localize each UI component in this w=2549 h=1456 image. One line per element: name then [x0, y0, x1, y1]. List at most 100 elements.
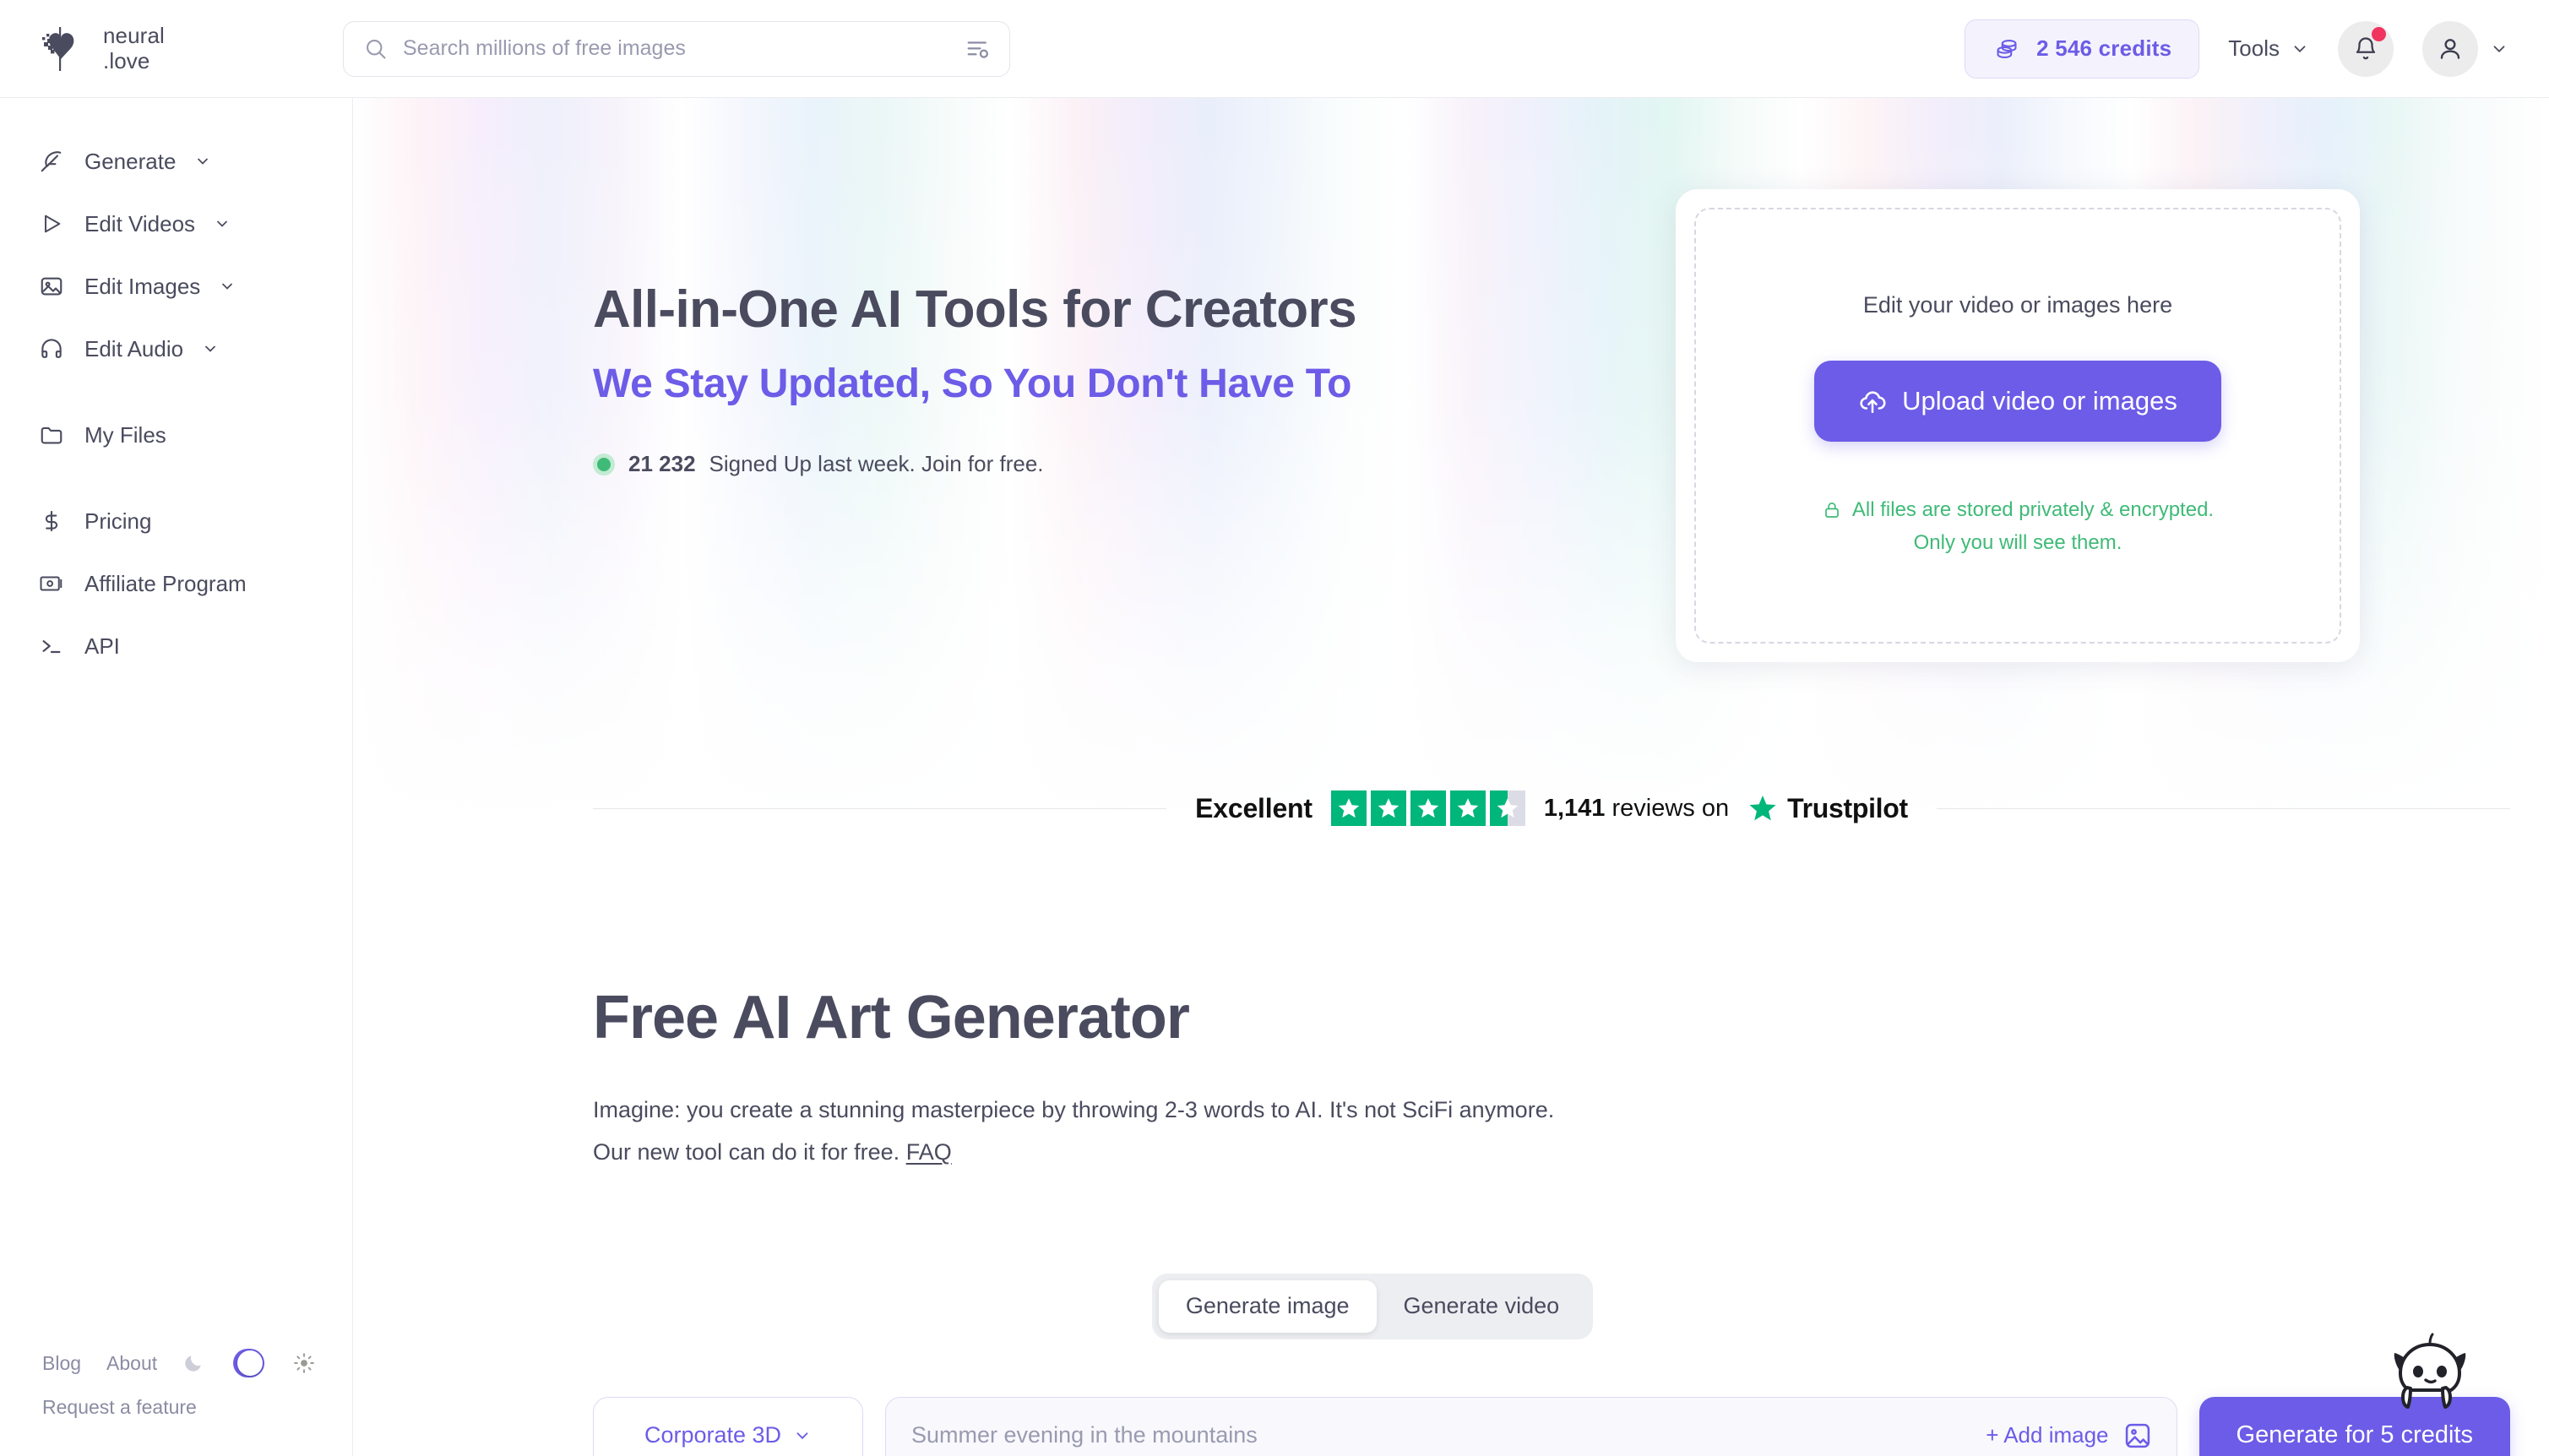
image-icon	[37, 274, 66, 299]
generate-mode-tabs: Generate image Generate video	[1151, 1273, 1594, 1339]
neural-love-heart-logo-icon	[37, 24, 86, 73]
sidebar-item-edit-images[interactable]: Edit Images	[0, 255, 352, 318]
search-area	[343, 20, 1010, 77]
search-input[interactable]	[403, 36, 950, 61]
account-menu[interactable]	[2422, 20, 2508, 77]
hero-section: All-in-One AI Tools for Creators We Stay…	[353, 98, 2549, 662]
chevron-down-icon	[219, 278, 236, 295]
upload-button[interactable]: Upload video or images	[1814, 360, 2221, 442]
brand-line-1: neural	[103, 23, 165, 49]
lock-icon	[1822, 500, 1842, 520]
tools-menu[interactable]: Tools	[2228, 35, 2309, 62]
trustpilot-brand-label: Trustpilot	[1787, 792, 1908, 823]
trustpilot-widget[interactable]: Excellent 1,141 reviews on Trustpilot	[1166, 790, 1937, 826]
sidebar-item-edit-audio[interactable]: Edit Audio	[0, 318, 352, 380]
live-indicator-dot	[593, 453, 615, 475]
style-select[interactable]: Corporate 3D	[593, 1396, 863, 1456]
body: Generate Edit Videos Edit Images Edit Au…	[0, 98, 2549, 1456]
chevron-down-icon	[2291, 40, 2309, 58]
divider-right	[1936, 807, 2511, 809]
chevron-down-icon	[214, 215, 231, 232]
sidebar-item-label: Edit Audio	[84, 335, 184, 361]
feather-icon	[37, 149, 66, 174]
prompt-input[interactable]	[911, 1422, 1986, 1449]
main-content: All-in-One AI Tools for Creators We Stay…	[353, 98, 2549, 1456]
app-root: neural .love Search millions of free ima…	[0, 0, 2549, 1456]
add-image-button[interactable]: + Add image	[1986, 1421, 2152, 1451]
generate-button-wrap: Generate for 5 credits	[2198, 1333, 2510, 1456]
sidebar-item-label: Generate	[84, 148, 177, 174]
prompt-input-wrap[interactable]: + Add image	[885, 1396, 2177, 1456]
theme-toggle-knob	[237, 1350, 263, 1376]
star-filled-icon	[1410, 790, 1446, 826]
terminal-icon	[37, 634, 66, 658]
privacy-line-1: All files are stored privately & encrypt…	[1851, 497, 2215, 521]
sidebar-item-api[interactable]: API	[0, 615, 352, 677]
tools-label: Tools	[2228, 35, 2280, 61]
generator-section: Free AI Art Generator Imagine: you creat…	[353, 983, 2549, 1174]
credits-button[interactable]: 2 546 credits	[1965, 19, 2200, 79]
generator-description-line-2: Our new tool can do it for free. FAQ	[593, 1132, 2510, 1174]
account-chevron-down-icon[interactable]	[2490, 40, 2508, 58]
generator-description-line-2-text: Our new tool can do it for free.	[593, 1138, 906, 1165]
sidebar: Generate Edit Videos Edit Images Edit Au…	[0, 98, 353, 1456]
trustpilot-row: Excellent 1,141 reviews on Trustpilot	[353, 790, 2549, 826]
banknote-icon	[37, 571, 66, 596]
star-filled-icon	[1449, 790, 1486, 826]
search-bar[interactable]	[343, 20, 1010, 77]
search-filter-icon[interactable]	[965, 36, 991, 62]
generator-description-line-1: Imagine: you create a stunning masterpie…	[593, 1097, 1555, 1122]
folder-icon	[37, 422, 66, 448]
top-bar: neural .love Search millions of free ima…	[0, 0, 2549, 98]
sidebar-footer-links-row: Blog About	[42, 1349, 315, 1377]
cloud-upload-icon	[1858, 387, 1887, 416]
search-icon	[364, 37, 388, 61]
sun-icon	[293, 1352, 315, 1374]
signup-count: 21 232	[628, 451, 696, 477]
style-select-label: Corporate 3D	[644, 1422, 782, 1448]
sidebar-footer: Blog About Request a feature	[0, 1349, 352, 1456]
signup-stat: 21 232 Signed Up last week. Join for fre…	[593, 451, 1606, 477]
chevron-down-icon	[793, 1426, 812, 1445]
privacy-note: All files are stored privately & encrypt…	[1822, 494, 2214, 560]
dollar-icon	[37, 509, 66, 533]
blog-link[interactable]: Blog	[42, 1352, 81, 1375]
notifications-button[interactable]	[2338, 20, 2394, 77]
sidebar-item-edit-videos[interactable]: Edit Videos	[0, 193, 352, 255]
sidebar-item-generate[interactable]: Generate	[0, 130, 352, 193]
tab-generate-image[interactable]: Generate image	[1158, 1279, 1377, 1333]
trustpilot-stars	[1330, 790, 1525, 826]
sidebar-item-label: Pricing	[84, 508, 152, 534]
tab-generate-video[interactable]: Generate video	[1377, 1280, 1587, 1333]
theme-toggle[interactable]	[233, 1349, 264, 1377]
upload-title: Edit your video or images here	[1862, 291, 2173, 318]
trustpilot-reviews: 1,141 reviews on	[1544, 795, 1729, 823]
page-title: All-in-One AI Tools for Creators	[593, 280, 1357, 339]
faq-link[interactable]: FAQ	[906, 1139, 952, 1165]
play-icon	[37, 212, 66, 236]
avatar[interactable]	[2422, 20, 2478, 77]
trustpilot-star-icon	[1747, 793, 1778, 823]
chevron-down-icon	[202, 340, 219, 357]
top-bar-right: 2 546 credits Tools	[1965, 19, 2508, 79]
privacy-line-2: Only you will see them.	[1913, 530, 2122, 554]
sidebar-item-label: Affiliate Program	[84, 570, 247, 596]
request-a-feature-link[interactable]: Request a feature	[42, 1396, 315, 1419]
sidebar-item-pricing[interactable]: Pricing	[0, 490, 352, 552]
hero-subtitle: We Stay Updated, So You Don't Have To	[593, 361, 1352, 407]
sidebar-item-affiliate-program[interactable]: Affiliate Program	[0, 552, 352, 615]
star-filled-icon	[1330, 790, 1367, 826]
upload-dropzone[interactable]: Edit your video or images here Upload vi…	[1694, 208, 2341, 644]
sidebar-item-label: My Files	[84, 421, 166, 448]
upload-card[interactable]: Edit your video or images here Upload vi…	[1676, 189, 2360, 662]
privacy-line-1-row: All files are stored privately & encrypt…	[1822, 494, 2214, 527]
brand-logo[interactable]: neural .love	[37, 24, 316, 73]
about-link[interactable]: About	[106, 1352, 157, 1375]
trustpilot-reviews-count: 1,141	[1543, 794, 1606, 822]
generate-button[interactable]: Generate for 5 credits	[2198, 1396, 2510, 1456]
prompt-row: Corporate 3D + Add image	[353, 1333, 2549, 1456]
sidebar-item-my-files[interactable]: My Files	[0, 404, 352, 466]
credits-label: 2 546 credits	[2036, 35, 2172, 61]
star-half-icon	[1489, 790, 1525, 826]
sidebar-item-label: Edit Images	[84, 273, 201, 299]
